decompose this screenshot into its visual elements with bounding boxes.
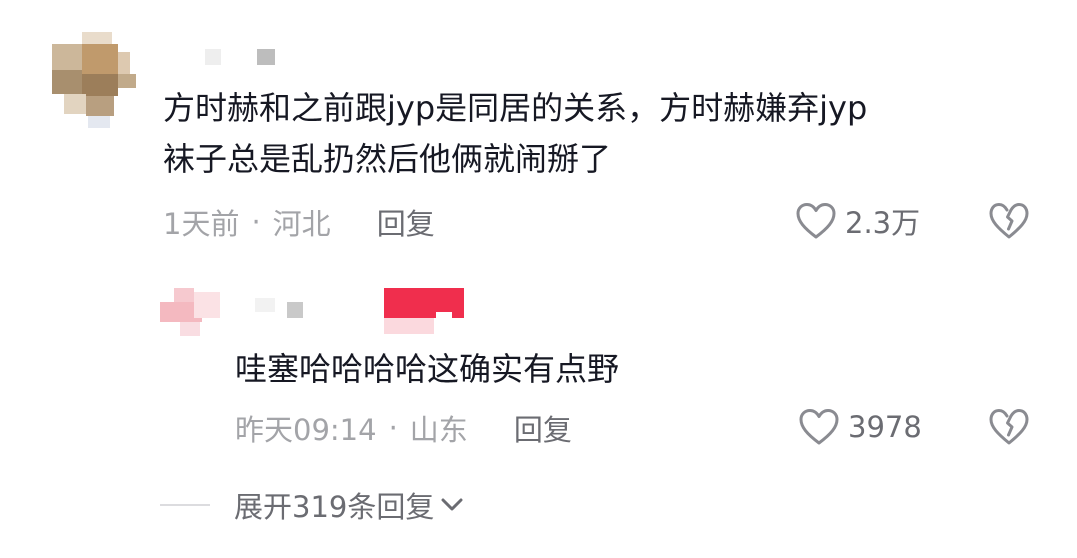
reply-button[interactable]: 回复 (514, 407, 572, 449)
divider-line (160, 504, 210, 506)
chevron-down-icon (438, 491, 466, 519)
like-count: 3978 (848, 410, 922, 444)
reply-button[interactable]: 回复 (377, 201, 435, 243)
author-badge (384, 288, 464, 334)
heart-outline-icon (795, 202, 837, 240)
meta-separator: · (251, 205, 261, 239)
like-count: 2.3万 (845, 206, 921, 240)
reply-time: 昨天09:14 (235, 413, 377, 447)
username-redacted[interactable] (255, 290, 325, 320)
expand-replies-label: 展开319条回复 (234, 490, 435, 524)
meta-separator: · (388, 411, 398, 445)
dislike-button[interactable] (988, 202, 1030, 244)
avatar[interactable] (48, 30, 148, 130)
avatar[interactable] (160, 288, 225, 338)
reply-text: 哇塞哈哈哈哈这确实有点野 (235, 350, 620, 388)
like-button[interactable]: 2.3万 (795, 200, 920, 242)
comment-text-line-2: 袜子总是乱扔然后他俩就闹掰了 (163, 140, 612, 178)
dislike-button[interactable] (988, 408, 1030, 450)
comment-meta: 1天前 · 河北 回复 (163, 202, 435, 242)
like-button[interactable]: 3978 (798, 406, 922, 448)
heart-outline-icon (798, 408, 840, 446)
reply-location: 山东 (409, 413, 468, 447)
comment-time: 1天前 (163, 207, 240, 241)
reply-meta: 昨天09:14 · 山东 回复 (235, 408, 572, 448)
expand-replies-button[interactable]: 展开319条回复 (160, 485, 466, 525)
broken-heart-icon (988, 408, 1030, 446)
broken-heart-icon (988, 202, 1030, 240)
comment-text-line-1: 方时赫和之前跟jyp是同居的关系，方时赫嫌弃jyp (163, 89, 868, 127)
comment-location: 河北 (272, 207, 331, 241)
username-redacted[interactable] (205, 45, 280, 65)
